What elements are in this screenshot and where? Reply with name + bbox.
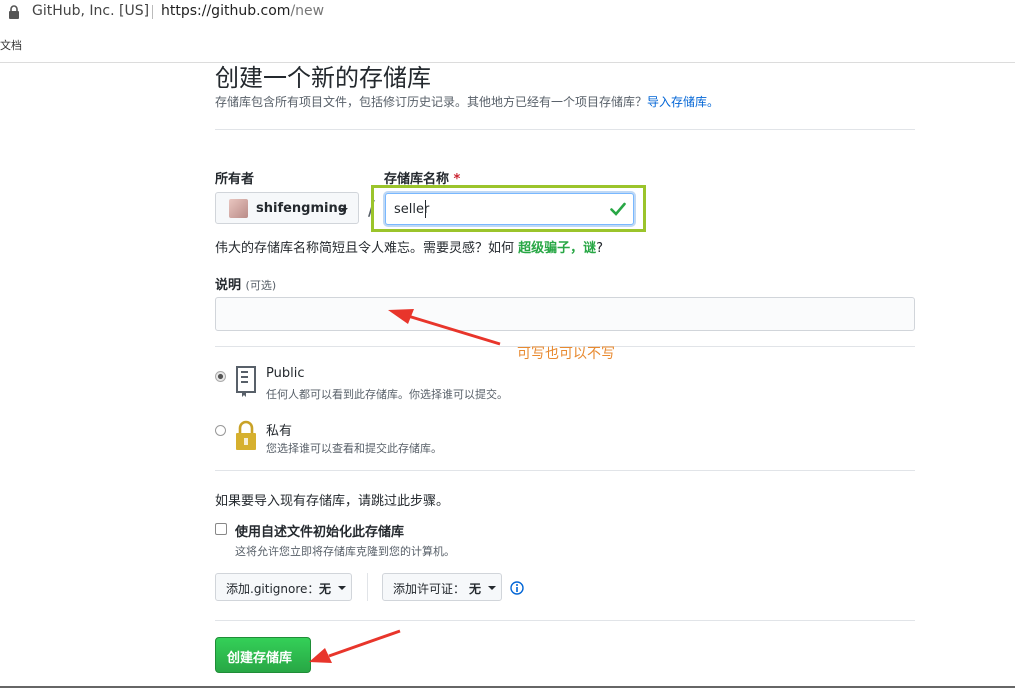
divider xyxy=(367,573,368,601)
info-icon[interactable] xyxy=(510,581,524,595)
license-select[interactable]: 添加许可证： 无 xyxy=(382,573,502,601)
url-text[interactable]: https://github.com/new xyxy=(161,3,324,19)
public-option-title: Public xyxy=(266,366,305,381)
name-hint-suffix: ? xyxy=(596,241,604,256)
site-identity: GitHub, Inc. [US] xyxy=(32,3,150,19)
create-repo-button[interactable]: 创建存储库 xyxy=(215,637,311,673)
license-value: 无 xyxy=(469,582,482,596)
description-label: 说明 (可选) xyxy=(215,274,276,293)
address-bar[interactable]: GitHub, Inc. [US] https://github.com/new xyxy=(0,0,1015,24)
public-radio[interactable] xyxy=(215,371,226,382)
init-readme-label[interactable]: 使用自述文件初始化此存储库 xyxy=(235,521,404,540)
lock-icon xyxy=(236,420,256,450)
gitignore-value: 无 xyxy=(319,582,332,596)
page-title: 创建一个新的存储库 xyxy=(215,64,431,92)
optional-note: (可选) xyxy=(245,279,277,292)
chevron-down-icon xyxy=(338,586,346,590)
avatar xyxy=(229,199,248,218)
import-repo-link[interactable]: 导入存储库。 xyxy=(647,95,719,109)
url-host: https://github.com xyxy=(161,3,291,19)
create-repo-label: 创建存储库 xyxy=(227,651,293,666)
owner-label: 所有者 xyxy=(215,172,255,187)
gitignore-label: 添加.gitignore： xyxy=(226,582,320,596)
owner-dropdown[interactable]: shifengming xyxy=(215,192,359,224)
subtitle-text: 存储库包含所有项目文件，包括修订历史记录。其他地方已经有一个项目存储库？ xyxy=(215,95,648,109)
init-readme-checkbox[interactable] xyxy=(215,523,227,535)
init-readme-desc: 这将允许您立即将存储库克隆到您的计算机。 xyxy=(235,545,455,558)
arrow-annotation xyxy=(388,309,501,346)
import-skip-text: 如果要导入现有存储库，请跳过此步骤。 xyxy=(215,494,450,509)
name-suggestion-link[interactable]: 超级骗子，谜 xyxy=(518,241,596,256)
owner-name: shifengming xyxy=(256,201,348,216)
divider xyxy=(152,5,153,19)
page-subtitle: 存储库包含所有项目文件，包括修订历史记录。其他地方已经有一个项目存储库？导入存储… xyxy=(215,93,719,110)
annotation-highlight-box xyxy=(371,185,646,232)
divider xyxy=(215,129,915,130)
gitignore-select[interactable]: 添加.gitignore： 无 xyxy=(215,573,352,601)
name-hint: 伟大的存储库名称简短且令人难忘。需要灵感？如何 超级骗子，谜? xyxy=(215,237,603,256)
arrow-annotation xyxy=(309,629,401,663)
annotation-note: 可写也可以不写 xyxy=(517,346,615,362)
license-label: 添加许可证： xyxy=(393,582,466,596)
description-input[interactable] xyxy=(215,297,915,331)
divider xyxy=(215,620,915,621)
private-option-title: 私有 xyxy=(266,424,293,439)
lock-icon xyxy=(9,5,19,19)
name-hint-text: 伟大的存储库名称简短且令人难忘。需要灵感？如何 xyxy=(215,241,519,256)
bookmarks-bar xyxy=(0,24,1015,63)
chevron-down-icon xyxy=(340,208,348,212)
bookmark-item[interactable]: 文档 xyxy=(0,37,22,53)
url-path: /new xyxy=(290,3,325,19)
divider xyxy=(215,470,915,471)
chevron-down-icon xyxy=(488,586,496,590)
private-option-desc: 您选择谁可以查看和提交此存储库。 xyxy=(266,442,442,455)
public-option-desc: 任何人都可以看到此存储库。你选择谁可以提交。 xyxy=(266,388,508,401)
description-label-text: 说明 xyxy=(215,278,242,293)
private-radio[interactable] xyxy=(215,425,226,436)
book-icon xyxy=(236,366,256,397)
